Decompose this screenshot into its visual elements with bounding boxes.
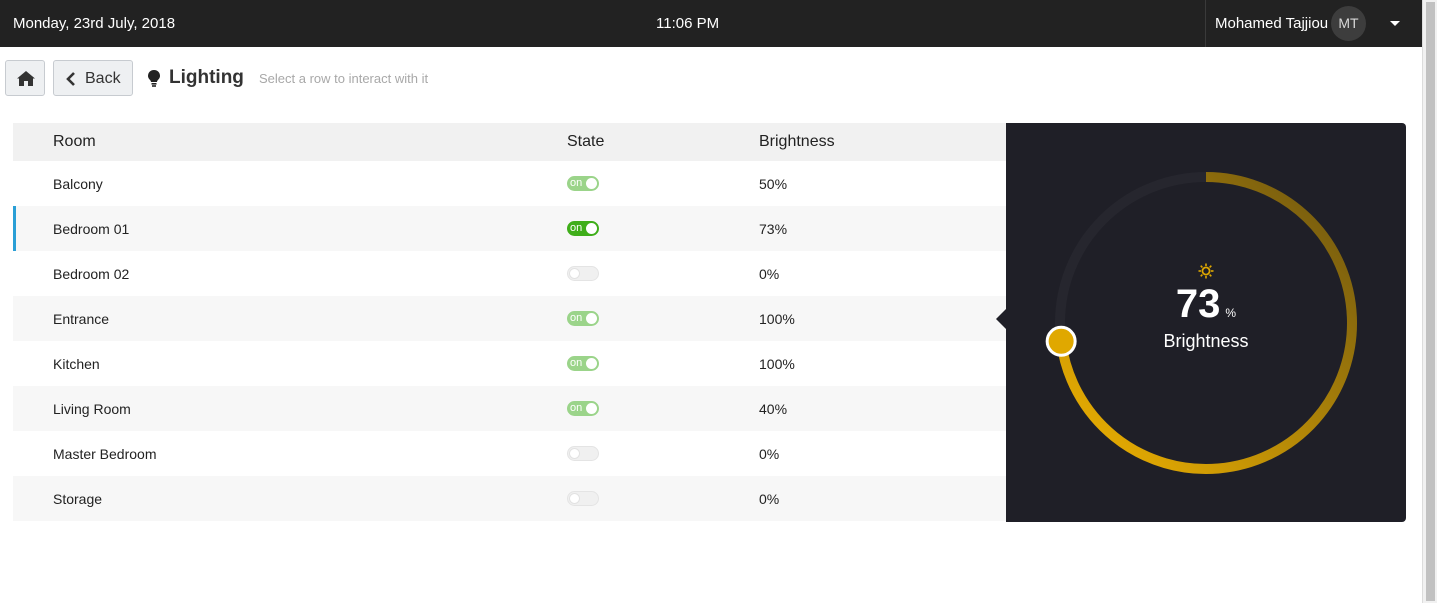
toggle-on-text: on — [570, 357, 583, 369]
brightness-cell: 50% — [759, 176, 788, 192]
toggle-knob — [586, 178, 597, 189]
lightbulb-icon — [148, 70, 160, 87]
state-toggle[interactable]: on — [567, 401, 599, 416]
table-row[interactable]: Balcony on 50% — [13, 161, 1006, 206]
toggle-knob — [569, 448, 580, 459]
table-row[interactable]: Master Bedroom 0% — [13, 431, 1006, 476]
column-header-state: State — [567, 133, 605, 150]
brightness-cell: 0% — [759, 446, 780, 462]
brightness-unit: % — [1225, 306, 1237, 320]
panel-pointer — [996, 309, 1006, 329]
table-row[interactable]: Storage 0% — [13, 476, 1006, 521]
brightness-cell: 100% — [759, 356, 795, 372]
brightness-cell: 0% — [759, 266, 780, 282]
state-toggle[interactable] — [567, 491, 599, 506]
page-scrollbar[interactable] — [1422, 0, 1437, 603]
table-body: Balcony on 50% Bedroom 01 on 73% Bedroom 02 0% E… — [13, 161, 1006, 521]
home-icon — [17, 71, 35, 86]
toggle-knob — [586, 358, 597, 369]
current-date: Monday, 23rd July, 2018 — [13, 15, 176, 32]
state-toggle[interactable]: on — [567, 221, 599, 236]
sun-icon — [1198, 263, 1214, 279]
column-header-brightness: Brightness — [759, 133, 835, 150]
toggle-knob — [586, 403, 597, 414]
room-name: Storage — [53, 491, 103, 507]
state-toggle[interactable] — [567, 266, 599, 281]
toggle-knob — [586, 223, 597, 234]
hint-text: Select a row to interact with it — [259, 71, 429, 86]
toggle-knob — [586, 313, 597, 324]
table-row[interactable]: Entrance on 100% — [13, 296, 1006, 341]
table-row[interactable]: Living Room on 40% — [13, 386, 1006, 431]
brightness-cell: 40% — [759, 401, 788, 417]
brightness-cell: 73% — [759, 221, 788, 237]
table-row[interactable]: Bedroom 02 0% — [13, 251, 1006, 296]
page-title-text: Lighting — [169, 67, 244, 88]
brightness-cell: 0% — [759, 491, 780, 507]
state-toggle[interactable]: on — [567, 356, 599, 371]
home-button[interactable] — [5, 60, 45, 96]
toggle-on-text: on — [570, 312, 583, 324]
table-row[interactable]: Kitchen on 100% — [13, 341, 1006, 386]
user-name: Mohamed Tajjiou — [1215, 15, 1329, 32]
caret-down-icon[interactable] — [1390, 21, 1400, 26]
lighting-table: Room State Brightness Balcony on 50% Bedroo… — [13, 123, 1006, 521]
back-button[interactable]: Back — [53, 60, 133, 96]
room-name: Entrance — [53, 311, 110, 327]
room-name: Master Bedroom — [53, 446, 157, 462]
room-name: Bedroom 02 — [53, 266, 130, 282]
top-bar: Monday, 23rd July, 2018 11:06 PM Mohamed… — [0, 0, 1422, 47]
brightness-label: Brightness — [1163, 331, 1249, 351]
back-label: Back — [85, 70, 121, 87]
toggle-on-text: on — [570, 402, 583, 414]
state-toggle[interactable] — [567, 446, 599, 461]
avatar[interactable]: MT — [1331, 6, 1366, 41]
user-menu[interactable]: Mohamed Tajjiou MT — [1205, 0, 1422, 47]
scrollbar-thumb[interactable] — [1426, 2, 1435, 601]
table-header: Room State Brightness — [13, 123, 1006, 161]
toggle-on-text: on — [570, 222, 583, 234]
current-time: 11:06 PM — [656, 15, 720, 32]
room-name: Bedroom 01 — [53, 221, 130, 237]
brightness-panel: 73% Brightness — [1006, 123, 1406, 522]
table-row[interactable]: Bedroom 01 on 73% — [13, 206, 1006, 251]
state-toggle[interactable]: on — [567, 311, 599, 326]
chevron-left-icon — [66, 72, 75, 86]
brightness-number: 73 — [1175, 282, 1221, 326]
dial-handle[interactable] — [1045, 325, 1077, 357]
room-name: Kitchen — [53, 356, 100, 372]
dial-readout: 73% Brightness — [1106, 263, 1306, 352]
column-header-room: Room — [53, 133, 96, 150]
room-name: Living Room — [53, 401, 131, 417]
room-name: Balcony — [53, 176, 103, 192]
toggle-knob — [569, 268, 580, 279]
brightness-value: 73% — [1106, 282, 1306, 335]
state-toggle[interactable]: on — [567, 176, 599, 191]
toggle-knob — [569, 493, 580, 504]
brightness-cell: 100% — [759, 311, 795, 327]
toggle-on-text: on — [570, 177, 583, 189]
